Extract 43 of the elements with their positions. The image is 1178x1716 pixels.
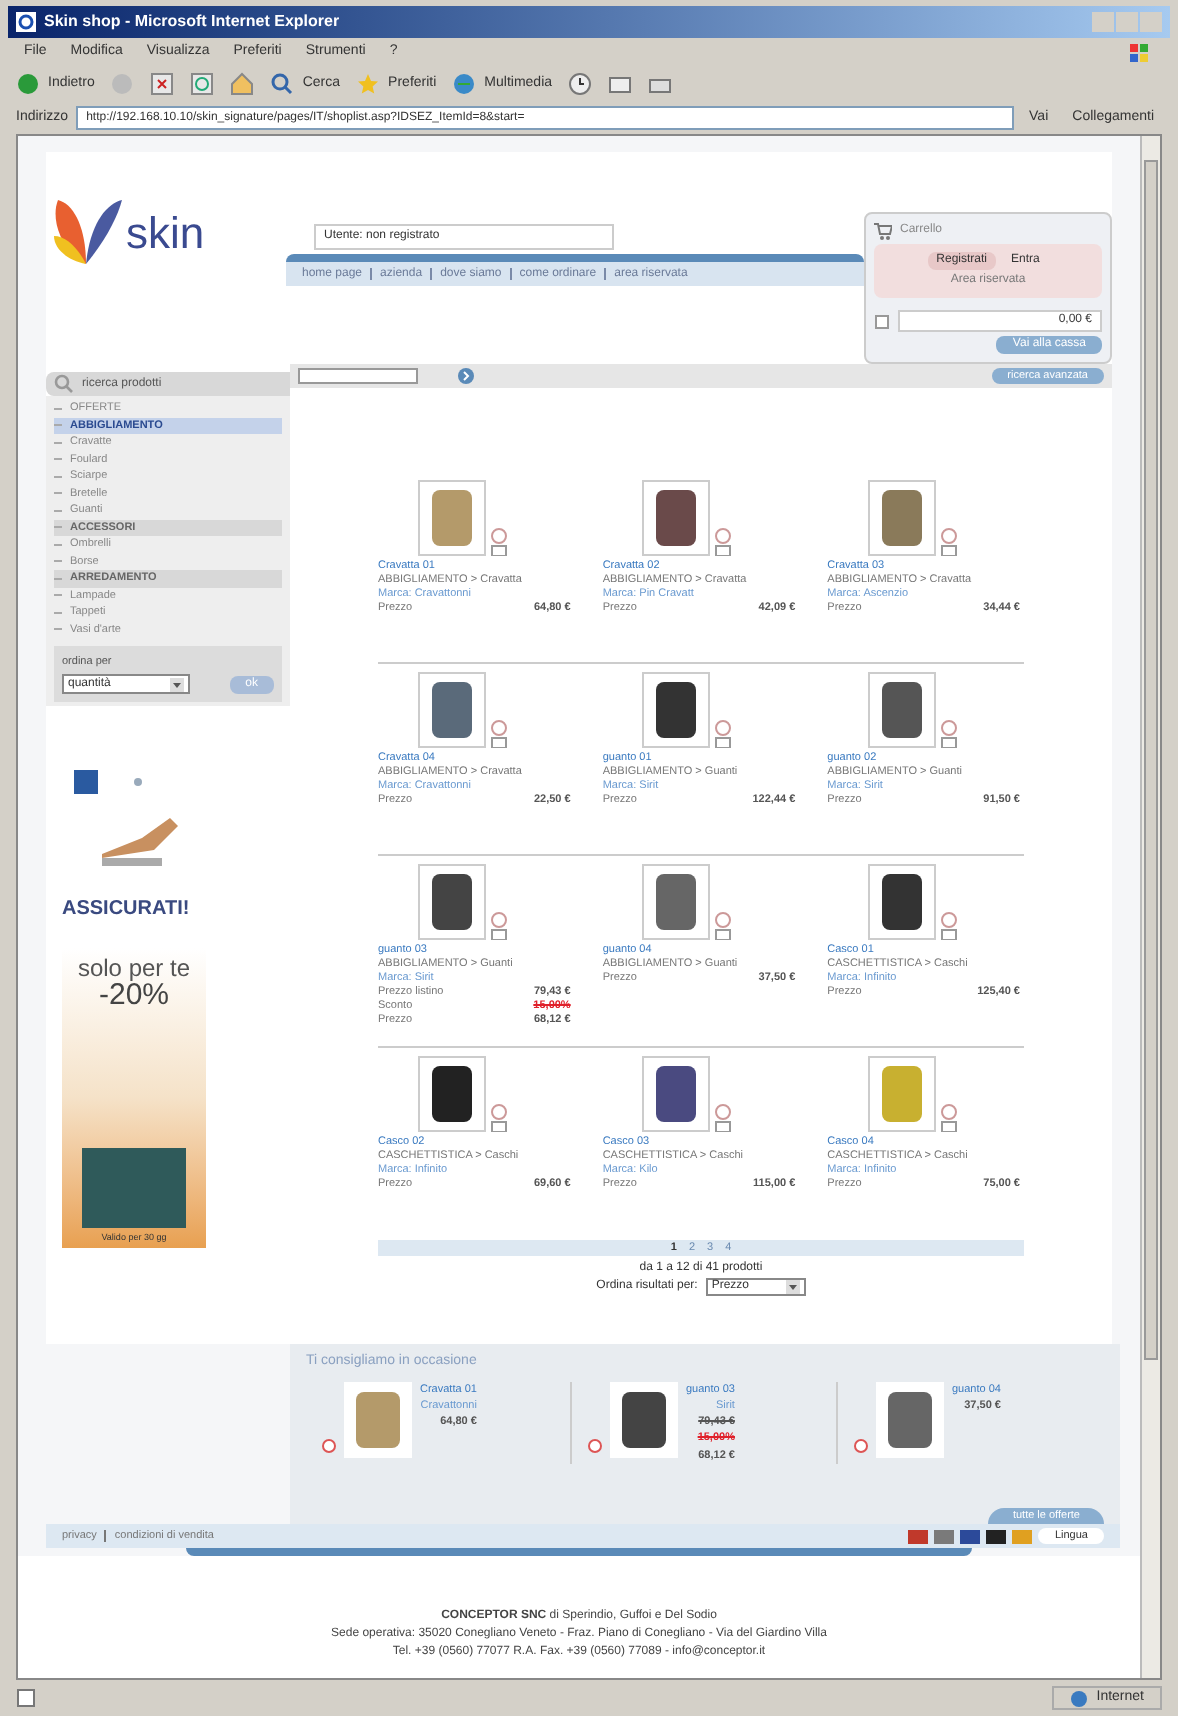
star-icon xyxy=(356,72,381,96)
house-icon xyxy=(230,72,255,96)
product-photo-placeholder xyxy=(418,1056,486,1132)
browser-icon xyxy=(16,12,36,32)
product-photo-placeholder xyxy=(344,1381,412,1457)
product-photo-placeholder xyxy=(642,864,711,940)
promo-text: solo per te xyxy=(77,956,191,981)
product-photo-placeholder xyxy=(642,672,711,748)
promo-photo-placeholder xyxy=(82,1147,186,1227)
search-go-icon[interactable] xyxy=(458,368,474,384)
windows-logo-icon xyxy=(1126,40,1154,64)
product-photo-placeholder xyxy=(418,864,486,940)
product-photo-placeholder xyxy=(876,1381,944,1457)
flag-icon[interactable] xyxy=(986,1529,1007,1543)
history-button[interactable] xyxy=(568,72,593,96)
flag-icon[interactable] xyxy=(960,1529,981,1543)
product-photo-placeholder xyxy=(867,672,936,748)
dropdown-arrow-icon xyxy=(785,1280,800,1294)
product-photo-placeholder xyxy=(642,1056,711,1132)
search-icon xyxy=(54,374,74,394)
product-photo-placeholder xyxy=(867,480,936,556)
product-photo-placeholder xyxy=(418,672,486,748)
ad-headline: ASSICURATI! xyxy=(62,896,190,925)
search-icon xyxy=(270,72,295,96)
promo-discount: -20% xyxy=(98,980,170,1011)
globe-icon xyxy=(452,72,477,96)
clock-icon xyxy=(568,72,593,96)
mail-button[interactable] xyxy=(608,72,633,96)
product-photo-placeholder xyxy=(867,1056,936,1132)
logo-text: skin xyxy=(126,212,205,256)
arrow-circle-icon xyxy=(110,72,135,96)
product-photo-placeholder xyxy=(418,480,486,556)
dropdown-arrow-icon xyxy=(170,677,184,692)
globe-icon xyxy=(1070,1689,1089,1707)
product-photo-placeholder xyxy=(642,480,711,556)
scrollbar-thumb[interactable] xyxy=(1144,160,1158,1360)
window-title: Skin shop - Microsoft Internet Explorer xyxy=(44,10,340,34)
product-photo-placeholder xyxy=(867,864,936,940)
search-field[interactable] xyxy=(298,368,418,384)
arrow-circle-icon xyxy=(16,72,40,96)
product-photo-placeholder xyxy=(610,1381,678,1457)
home-button[interactable] xyxy=(230,72,255,96)
envelope-icon xyxy=(608,72,633,96)
